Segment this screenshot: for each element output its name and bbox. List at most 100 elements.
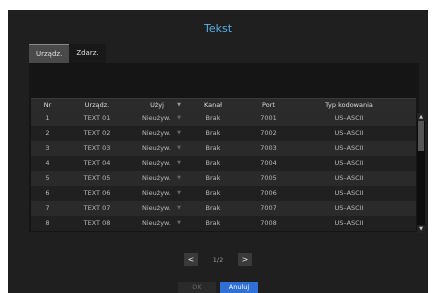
cell-channel: Brak [205, 174, 221, 182]
use-select-value: Nieużyw. [142, 114, 171, 122]
chevron-down-icon: ▼ [177, 115, 181, 121]
table-row[interactable]: 5 TEXT 05 Nieużyw. ▼ Brak 7005 US–ASCII [31, 171, 416, 186]
table-row[interactable]: 8 TEXT 08 Nieużyw. ▼ Brak 7008 US–ASCII [31, 216, 416, 231]
chevron-down-icon: ▼ [177, 190, 181, 196]
cell-device: TEXT 02 [83, 129, 111, 137]
cell-device: TEXT 05 [83, 174, 111, 182]
cell-encoding: US–ASCII [334, 204, 364, 212]
cell-encoding: US–ASCII [334, 114, 364, 122]
header-device: Urządz. [84, 101, 110, 109]
arrow-down-icon[interactable]: ▼ [417, 225, 425, 233]
scrollbar-thumb[interactable] [418, 121, 424, 151]
cell-device: TEXT 07 [83, 204, 111, 212]
page-indicator: 1/2 [212, 255, 224, 264]
cell-use[interactable]: Nieużyw. ▼ [130, 126, 184, 141]
chevron-down-icon: ▼ [177, 160, 181, 166]
header-channel: Kanał [203, 101, 223, 109]
table-header: Nr Urządz. Użyj ▼ Kanał Port Typ kodowani… [31, 98, 416, 111]
use-select-value: Nieużyw. [142, 174, 171, 182]
cell-channel: Brak [205, 204, 221, 212]
cell-nr: 2 [45, 129, 50, 137]
table-row[interactable]: 7 TEXT 07 Nieużyw. ▼ Brak 7007 US–ASCII [31, 201, 416, 216]
tab-events[interactable]: Zdarz. [69, 44, 106, 63]
cell-nr: 3 [45, 144, 50, 152]
cell-device: TEXT 06 [83, 189, 111, 197]
table-row[interactable]: 4 TEXT 04 Nieużyw. ▼ Brak 7004 US–ASCII [31, 156, 416, 171]
chevron-down-icon: ▼ [177, 175, 181, 181]
arrow-up-icon[interactable]: ▲ [417, 113, 425, 121]
use-select-value: Nieużyw. [142, 219, 171, 227]
cell-use[interactable]: Nieużyw. ▼ [130, 171, 184, 186]
cell-port: 7007 [260, 204, 277, 212]
cell-device: TEXT 04 [83, 159, 111, 167]
cell-port: 7005 [260, 174, 277, 182]
header-encoding: Typ kodowania [325, 101, 373, 109]
cell-nr: 6 [45, 189, 50, 197]
cell-channel: Brak [205, 219, 221, 227]
dialog: Tekst Urządz. Zdarz. Nr Urządz. Użyj ▼ Ka… [8, 10, 428, 293]
cell-nr: 8 [45, 219, 50, 227]
table-panel: Nr Urządz. Użyj ▼ Kanał Port Typ kodowani… [29, 63, 425, 233]
cell-use[interactable]: Nieużyw. ▼ [130, 156, 184, 171]
cell-device: TEXT 08 [83, 219, 111, 227]
cell-use[interactable]: Nieużyw. ▼ [130, 201, 184, 216]
dialog-title: Tekst [203, 22, 233, 35]
cell-nr: 7 [45, 204, 50, 212]
cell-device: TEXT 01 [83, 114, 111, 122]
scrollbar[interactable]: ▲ ▼ [417, 113, 425, 233]
cell-port: 7002 [260, 129, 277, 137]
cell-port: 7008 [260, 219, 277, 227]
table-row[interactable]: 2 TEXT 02 Nieużyw. ▼ Brak 7002 US–ASCII [31, 126, 416, 141]
chevron-down-icon: ▼ [177, 145, 181, 151]
table-body: 1 TEXT 01 Nieużyw. ▼ Brak 7001 US–ASCII 2 TEXT 0… [31, 111, 416, 231]
cell-encoding: US–ASCII [334, 129, 364, 137]
cell-channel: Brak [205, 114, 221, 122]
cell-channel: Brak [205, 189, 221, 197]
cell-encoding: US–ASCII [334, 189, 364, 197]
header-use[interactable]: Użyj ▼ [130, 99, 184, 111]
chevron-down-icon: ▼ [177, 220, 181, 226]
dialog-buttons: OK Anuluj [8, 282, 428, 293]
use-select-value: Nieużyw. [142, 159, 171, 167]
header-nr: Nr [43, 101, 52, 109]
cell-channel: Brak [205, 144, 221, 152]
header-port: Port [262, 101, 275, 109]
cell-encoding: US–ASCII [334, 219, 364, 227]
cell-use[interactable]: Nieużyw. ▼ [130, 216, 184, 231]
cell-use[interactable]: Nieużyw. ▼ [130, 141, 184, 156]
cell-nr: 5 [45, 174, 50, 182]
tab-bar: Urządz. Zdarz. [29, 44, 106, 64]
cell-port: 7006 [260, 189, 277, 197]
table-row[interactable]: 3 TEXT 03 Nieużyw. ▼ Brak 7003 US–ASCII [31, 141, 416, 156]
cell-channel: Brak [205, 129, 221, 137]
table-row[interactable]: 1 TEXT 01 Nieużyw. ▼ Brak 7001 US–ASCII [31, 111, 416, 126]
use-select-value: Nieużyw. [142, 144, 171, 152]
cell-nr: 4 [45, 159, 50, 167]
chevron-down-icon: ▼ [177, 130, 181, 136]
cell-encoding: US–ASCII [334, 174, 364, 182]
cell-encoding: US–ASCII [334, 159, 364, 167]
use-select-value: Nieużyw. [142, 204, 171, 212]
cell-encoding: US–ASCII [334, 144, 364, 152]
pager: < 1/2 > [8, 253, 428, 266]
cell-port: 7004 [260, 159, 277, 167]
ok-button[interactable]: OK [178, 282, 216, 293]
header-use-label: Użyj [150, 101, 164, 109]
prev-page-button[interactable]: < [184, 253, 198, 266]
use-select-value: Nieużyw. [142, 129, 171, 137]
device-table: Nr Urządz. Użyj ▼ Kanał Port Typ kodowani… [31, 98, 416, 231]
chevron-down-icon: ▼ [177, 205, 181, 211]
tab-devices[interactable]: Urządz. [29, 44, 70, 64]
cell-nr: 1 [45, 114, 50, 122]
cancel-button[interactable]: Anuluj [220, 282, 258, 293]
next-page-button[interactable]: > [238, 253, 252, 266]
cell-use[interactable]: Nieużyw. ▼ [130, 111, 184, 126]
cell-device: TEXT 03 [83, 144, 111, 152]
use-select-value: Nieużyw. [142, 189, 171, 197]
cell-port: 7003 [260, 144, 277, 152]
chevron-down-icon: ▼ [177, 102, 181, 108]
table-row[interactable]: 6 TEXT 06 Nieużyw. ▼ Brak 7006 US–ASCII [31, 186, 416, 201]
cell-channel: Brak [205, 159, 221, 167]
cell-port: 7001 [260, 114, 277, 122]
cell-use[interactable]: Nieużyw. ▼ [130, 186, 184, 201]
